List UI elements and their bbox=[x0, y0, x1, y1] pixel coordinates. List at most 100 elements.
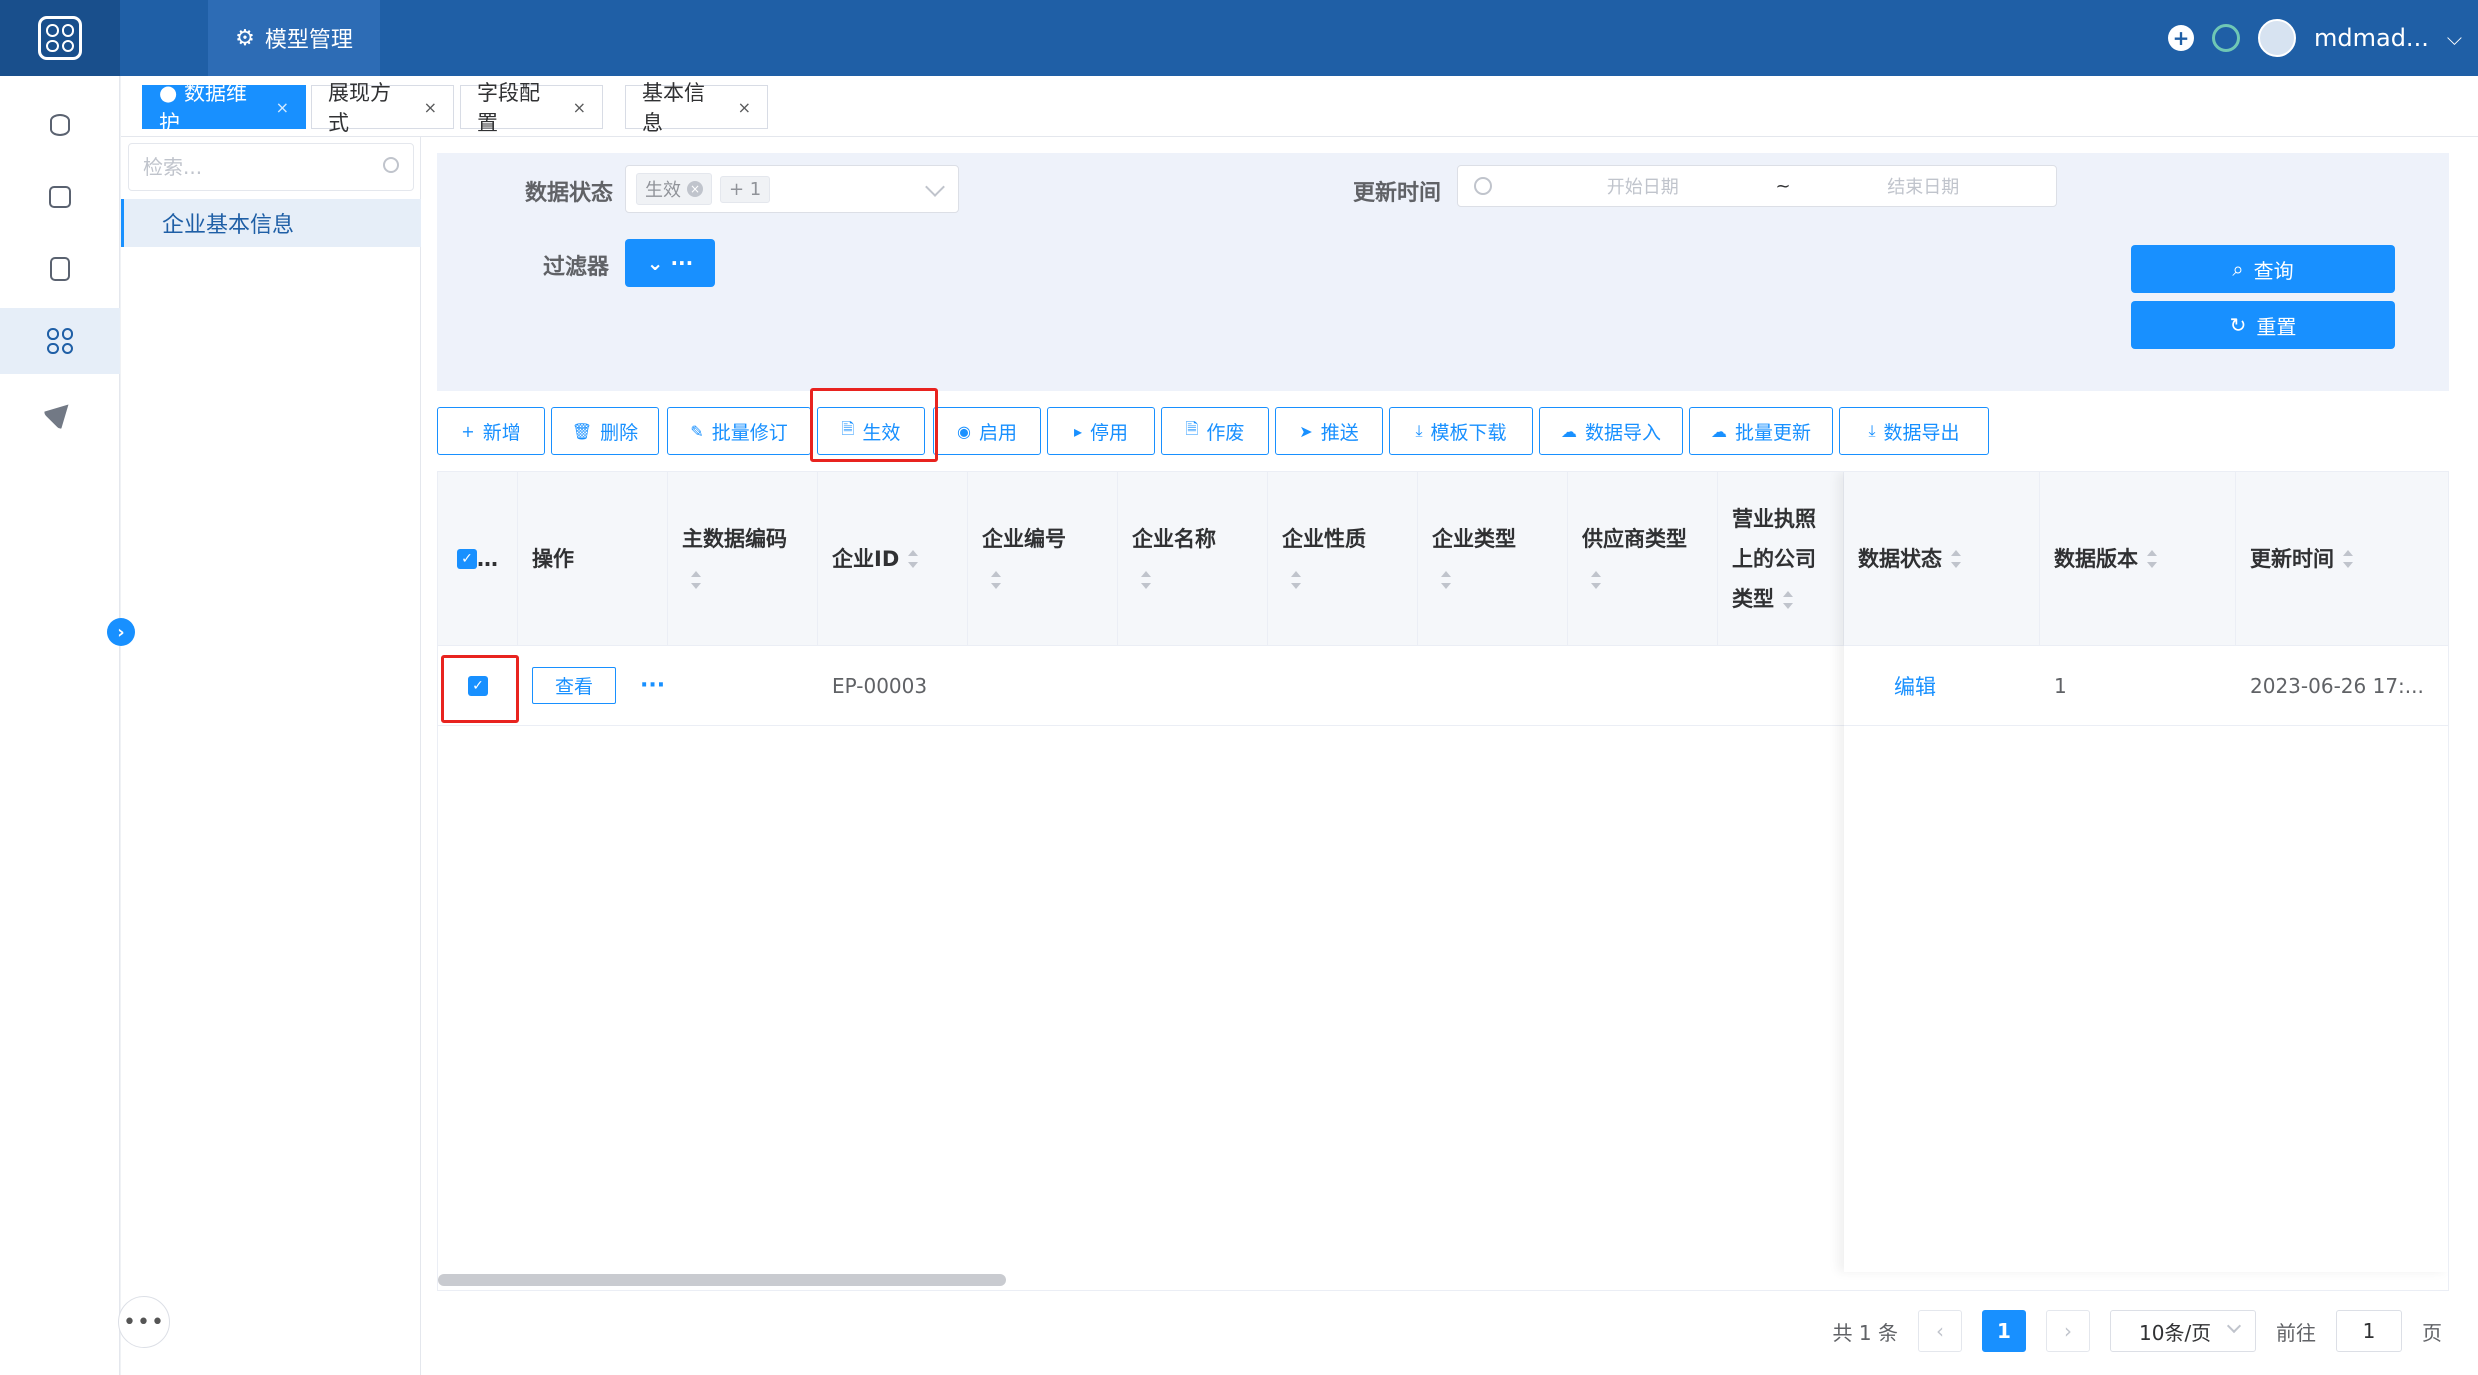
sort-icon[interactable] bbox=[1140, 570, 1152, 589]
next-page-button[interactable]: › bbox=[2046, 1310, 2090, 1352]
disable-button[interactable]: ▸ 停用 bbox=[1047, 407, 1155, 455]
data-import-button[interactable]: ☁ 数据导入 bbox=[1539, 407, 1683, 455]
sort-icon[interactable] bbox=[2342, 549, 2354, 568]
column-header-enterprise-id[interactable]: 企业ID bbox=[818, 472, 968, 646]
push-button[interactable]: ➤ 推送 bbox=[1275, 407, 1383, 455]
column-header-status[interactable]: 数据状态 bbox=[1844, 472, 2040, 646]
date-range-picker[interactable]: 开始日期 ~ 结束日期 bbox=[1457, 165, 2057, 207]
rail-item-send[interactable] bbox=[0, 380, 120, 446]
table-cell-status[interactable]: 编辑 bbox=[1844, 646, 2040, 726]
download-icon: ⤓ bbox=[1868, 421, 1876, 440]
more-options-button[interactable]: ••• bbox=[118, 1296, 170, 1348]
view-button[interactable]: 查看 bbox=[532, 667, 617, 704]
close-icon[interactable]: × bbox=[738, 98, 751, 117]
username[interactable]: mdmad... bbox=[2314, 24, 2429, 52]
sort-icon[interactable] bbox=[907, 549, 919, 568]
data-export-button[interactable]: ⤓ 数据导出 bbox=[1839, 407, 1989, 455]
table-row-checkbox-cell[interactable]: ✓ bbox=[438, 646, 518, 726]
send-icon bbox=[42, 395, 78, 431]
rail-item-form[interactable] bbox=[0, 236, 120, 302]
column-header-enterprise-name[interactable]: 企业名称 bbox=[1118, 472, 1268, 646]
goto-prefix: 前往 bbox=[2276, 1320, 2316, 1345]
tab-basic-info[interactable]: 基本信息 × bbox=[625, 81, 768, 135]
cloud-upload-icon: ☁ bbox=[1710, 421, 1727, 441]
tab-field-config[interactable]: 字段配置 × bbox=[460, 81, 603, 135]
assistant-icon[interactable] bbox=[2212, 24, 2240, 52]
select-all-checkbox[interactable]: ✓ bbox=[457, 548, 477, 569]
chevron-down-icon[interactable]: ⌵ bbox=[2447, 26, 2462, 50]
status-chip: 生效 × bbox=[636, 173, 712, 205]
void-button[interactable]: 🗎 作废 bbox=[1161, 407, 1269, 455]
delete-button[interactable]: 🗑 删除 bbox=[551, 407, 659, 455]
column-header-supplier-type[interactable]: 供应商类型 bbox=[1568, 472, 1718, 646]
table-cell-master-code bbox=[668, 646, 818, 726]
sort-icon[interactable] bbox=[1290, 570, 1302, 589]
column-header-enterprise-no[interactable]: 企业编号 bbox=[968, 472, 1118, 646]
tab-data-maintenance[interactable]: ● 数据维护 × bbox=[142, 81, 306, 135]
column-select-all[interactable]: ✓… bbox=[438, 472, 518, 646]
batch-update-button[interactable]: ☁ 批量更新 bbox=[1689, 407, 1833, 455]
page-number[interactable]: 1 bbox=[1982, 1310, 2026, 1352]
activate-button[interactable]: 🗎 生效 bbox=[817, 407, 925, 455]
date-start-field[interactable]: 开始日期 bbox=[1510, 173, 1775, 199]
column-header-master-code[interactable]: 主数据编码 bbox=[668, 472, 818, 646]
sort-icon[interactable] bbox=[1950, 549, 1962, 568]
goto-page-input[interactable]: 1 bbox=[2336, 1310, 2402, 1352]
close-icon[interactable]: × bbox=[573, 98, 586, 117]
sort-icon[interactable] bbox=[1782, 590, 1794, 609]
column-header-license-type[interactable]: 营业执照上的公司类型 bbox=[1718, 472, 1844, 646]
column-header-label: 企业编号 bbox=[982, 519, 1066, 599]
table-cell-updated-at: 2023-06-26 17:... bbox=[2236, 646, 2448, 726]
expand-sidebar-button[interactable]: › bbox=[107, 618, 135, 646]
query-button[interactable]: ⌕ 查询 bbox=[2131, 245, 2395, 293]
column-header-type[interactable]: 企业类型 bbox=[1418, 472, 1568, 646]
sort-icon[interactable] bbox=[1590, 570, 1602, 589]
sort-icon[interactable] bbox=[1440, 570, 1452, 589]
rail-item-grid[interactable] bbox=[0, 308, 120, 374]
table-cell-enterprise-name bbox=[1118, 646, 1268, 726]
filter-panel: 数据状态 生效 × + 1 过滤器 ⌄ ··· 更新时间 开始日期 ~ 结束日期… bbox=[437, 153, 2449, 391]
close-icon[interactable]: × bbox=[276, 98, 289, 117]
row-more-icon[interactable]: ··· bbox=[640, 673, 665, 698]
rail-item-code[interactable] bbox=[0, 164, 120, 230]
tree-node[interactable]: 企业基本信息 bbox=[121, 199, 421, 247]
add-button[interactable]: + 新增 bbox=[437, 407, 545, 455]
column-header-label: 数据版本 bbox=[2054, 546, 2138, 571]
status-select[interactable]: 生效 × + 1 bbox=[625, 165, 959, 213]
sort-icon[interactable] bbox=[2146, 549, 2158, 568]
sort-icon[interactable] bbox=[990, 570, 1002, 589]
column-header-version[interactable]: 数据版本 bbox=[2040, 472, 2236, 646]
column-header-nature[interactable]: 企业性质 bbox=[1268, 472, 1418, 646]
module-tab[interactable]: ⚙ 模型管理 bbox=[208, 0, 380, 76]
sort-icon[interactable] bbox=[690, 570, 702, 589]
column-header-updated-at[interactable]: 更新时间 bbox=[2236, 472, 2448, 646]
date-end-field[interactable]: 结束日期 bbox=[1791, 173, 2056, 199]
filter-dropdown-button[interactable]: ⌄ ··· bbox=[625, 239, 715, 287]
tab-display-mode[interactable]: 展现方式 × bbox=[311, 81, 454, 135]
cloud-upload-icon: ☁ bbox=[1560, 421, 1577, 441]
refresh-icon: ↻ bbox=[2229, 313, 2247, 337]
chip-close-icon[interactable]: × bbox=[687, 181, 703, 197]
form-icon bbox=[50, 257, 70, 281]
reset-button[interactable]: ↻ 重置 bbox=[2131, 301, 2395, 349]
plus-circle-icon[interactable]: + bbox=[2168, 25, 2194, 51]
template-download-button[interactable]: ⤓ 模板下载 bbox=[1389, 407, 1533, 455]
avatar[interactable] bbox=[2258, 19, 2296, 57]
gear-icon: ⚙ bbox=[235, 25, 255, 51]
play-circle-icon: ◉ bbox=[957, 421, 971, 441]
enable-button[interactable]: ◉ 启用 bbox=[933, 407, 1041, 455]
app-logo[interactable] bbox=[0, 0, 120, 76]
batch-revise-button[interactable]: ✎ 批量修订 bbox=[667, 407, 811, 455]
grid-icon bbox=[47, 328, 73, 354]
page-size-select[interactable]: 10条/页 bbox=[2110, 1310, 2256, 1352]
table-cell-license-type bbox=[1718, 646, 1844, 726]
column-header-label: 更新时间 bbox=[2250, 546, 2334, 571]
tree-node-label: 企业基本信息 bbox=[162, 213, 295, 238]
prev-page-button[interactable]: ‹ bbox=[1918, 1310, 1962, 1352]
row-checkbox[interactable]: ✓ bbox=[468, 675, 488, 696]
horizontal-scrollbar[interactable] bbox=[438, 1274, 1006, 1286]
tree-search-input[interactable] bbox=[128, 143, 414, 191]
rail-item-database[interactable] bbox=[0, 92, 120, 158]
status-label: 数据状态 bbox=[525, 181, 614, 206]
close-icon[interactable]: × bbox=[424, 98, 437, 117]
